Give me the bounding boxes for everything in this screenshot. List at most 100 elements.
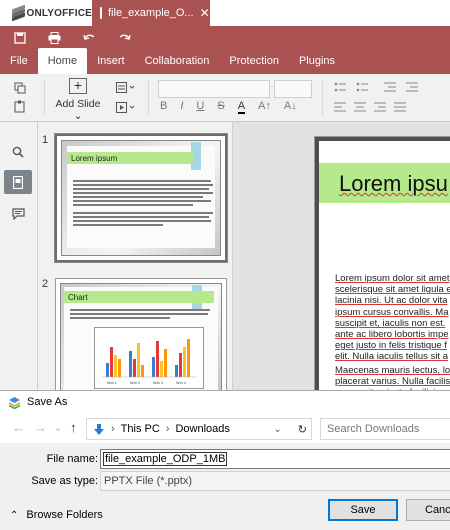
document-icon: [100, 7, 102, 19]
title-bar: ONLYOFFICE file_example_O... ✕: [0, 0, 450, 26]
slide-body-line: scelerisque sit amet ligula e: [335, 284, 450, 296]
chart-thumb-category-label: Item 3: [153, 381, 163, 385]
font-size-combo[interactable]: [274, 80, 312, 98]
chart-thumb-category-label: Item 2: [130, 381, 140, 385]
refresh-icon[interactable]: ↻: [298, 423, 307, 436]
redo-icon[interactable]: [118, 33, 131, 43]
menu-home[interactable]: Home: [37, 48, 88, 74]
cancel-button[interactable]: Cance: [406, 499, 450, 521]
dialog-title-bar: Save As: [0, 391, 450, 413]
menu-collaboration[interactable]: Collaboration: [135, 48, 220, 74]
slide-title-bar: Lorem ipsum: [67, 152, 193, 164]
close-tab-icon[interactable]: ✕: [200, 6, 210, 20]
slide-body-line: Maecenas mauris lectus, lo: [335, 365, 450, 376]
slide-body-paragraph-2[interactable]: Maecenas mauris lectus, lo placerat variu…: [335, 365, 450, 390]
chart-thumb-bar: [187, 339, 190, 377]
increase-font-button[interactable]: A↑: [258, 100, 271, 114]
slide-thumbnail-2[interactable]: Chart Item 1 Item 2 Item 3 Item 4: [55, 278, 227, 390]
slide-body-paragraph-1[interactable]: Lorem ipsum dolor sit amet scelerisque si…: [335, 273, 450, 363]
chart-thumb-bar: [156, 341, 159, 377]
undo-icon[interactable]: [83, 33, 96, 43]
slide-editor-canvas[interactable]: Lorem ipsu Lorem ipsum dolor sit amet sce…: [238, 122, 450, 390]
chart-thumb-bar: [164, 349, 167, 377]
save-icon[interactable]: [14, 32, 26, 44]
underline-button[interactable]: U: [196, 100, 204, 114]
save-as-dialog: Save As ← → ⌄ ↑ › This PC › Downloads ⌄ …: [0, 390, 450, 530]
path-dropdown-chevron-icon[interactable]: ⌄: [273, 424, 281, 435]
chart-thumb-bar: [106, 363, 109, 377]
indent-icon[interactable]: [384, 82, 424, 93]
text-format-buttons: B I U S A A↑ A↓: [160, 100, 297, 114]
chart-thumb-category-label: Item 4: [176, 381, 186, 385]
copy-icon[interactable]: [14, 82, 27, 94]
forward-arrow-icon[interactable]: →: [34, 420, 47, 435]
print-icon[interactable]: [48, 32, 61, 44]
slide-title-placeholder[interactable]: Lorem ipsu: [319, 163, 450, 203]
strikethrough-button[interactable]: S: [217, 100, 224, 114]
main-menu: File Home Insert Collaboration Protectio…: [0, 48, 345, 74]
chart-thumb-bar: [137, 343, 140, 377]
chart-thumb-bar: [114, 355, 117, 377]
slide-thumbnail-1[interactable]: Lorem ipsum: [54, 133, 228, 263]
italic-button[interactable]: I: [180, 100, 183, 114]
file-name-value: file_example_ODP_1MB: [102, 452, 228, 466]
font-name-combo[interactable]: [158, 80, 270, 98]
brand-name: ONLYOFFICE: [26, 7, 92, 19]
save-as-type-value: PPTX File (*.pptx): [104, 475, 193, 487]
save-button[interactable]: Save: [328, 499, 398, 521]
start-slideshow-icon[interactable]: [116, 102, 136, 113]
slides-panel-icon[interactable]: [4, 170, 32, 194]
chart-thumb-bar: [183, 347, 186, 377]
chart-thumb-bar: [160, 361, 163, 377]
back-arrow-icon[interactable]: ←: [12, 420, 25, 435]
menu-protection[interactable]: Protection: [219, 48, 289, 74]
chart-thumb-category-label: Item 1: [107, 381, 117, 385]
chart-thumb-bar: [141, 365, 144, 377]
app-header: File Home Insert Collaboration Protectio…: [0, 26, 450, 74]
slide-title-text: Lorem ipsu: [339, 171, 448, 196]
address-bar[interactable]: › This PC › Downloads ⌄ ↻: [86, 418, 312, 440]
chart-thumb-bar: [118, 359, 121, 377]
search-downloads-input[interactable]: Search Downloads: [320, 418, 450, 440]
recent-locations-chevron-icon[interactable]: ⌄: [54, 423, 62, 434]
file-name-label: File name:: [46, 453, 98, 465]
slide-thumbnails-panel: 1 Lorem ipsum 2 Chart Item 1 Item 2 Item…: [38, 122, 232, 390]
file-name-field[interactable]: file_example_ODP_1MB: [100, 449, 450, 469]
slide-number: 2: [42, 278, 49, 290]
browse-folders-toggle[interactable]: ⌃ Browse Folders: [10, 509, 103, 521]
dialog-title: Save As: [27, 396, 68, 408]
search-downloads-placeholder: Search Downloads: [327, 423, 420, 435]
chevron-up-icon: ⌃: [10, 509, 19, 521]
quick-access-toolbar: [14, 30, 131, 46]
path-downloads[interactable]: Downloads: [175, 423, 229, 435]
app-logo: ONLYOFFICE: [0, 0, 92, 26]
decrease-font-button[interactable]: A↓: [284, 100, 297, 114]
document-tab[interactable]: file_example_O... ✕: [92, 0, 210, 26]
bold-button[interactable]: B: [160, 100, 167, 114]
onlyoffice-logo-icon: [12, 4, 25, 21]
paste-icon[interactable]: [14, 100, 27, 113]
slide-body-line: suscipit et, iaculis non est.: [335, 317, 446, 329]
bullets-icon[interactable]: [334, 82, 374, 93]
comments-icon[interactable]: [4, 202, 32, 226]
align-icon[interactable]: [334, 102, 424, 113]
font-color-button[interactable]: A: [237, 100, 246, 114]
current-slide[interactable]: Lorem ipsu Lorem ipsum dolor sit amet sce…: [314, 136, 450, 390]
search-icon[interactable]: [4, 140, 32, 164]
toolbar-divider: [44, 80, 45, 116]
slide-layout-icon[interactable]: [116, 82, 136, 93]
up-arrow-icon[interactable]: ↑: [70, 420, 77, 435]
add-slide-button[interactable]: + Add Slide ⌄: [52, 78, 104, 122]
path-this-pc[interactable]: This PC: [121, 423, 160, 435]
dialog-form-area: File name: file_example_ODP_1MB Save as …: [0, 443, 450, 530]
menu-plugins[interactable]: Plugins: [289, 48, 345, 74]
save-as-type-label: Save as type:: [31, 475, 98, 487]
save-as-type-select[interactable]: PPTX File (*.pptx): [100, 471, 450, 491]
save-as-dialog-icon: [8, 396, 21, 409]
menu-insert[interactable]: Insert: [87, 48, 135, 74]
browse-folders-label: Browse Folders: [26, 509, 103, 521]
chart-thumb-bar: [129, 351, 132, 377]
menu-file[interactable]: File: [0, 48, 38, 74]
slide-body-line: Lorem ipsum dolor sit amet: [335, 273, 450, 284]
chart-thumbnail: Item 1 Item 2 Item 3 Item 4: [94, 327, 204, 389]
